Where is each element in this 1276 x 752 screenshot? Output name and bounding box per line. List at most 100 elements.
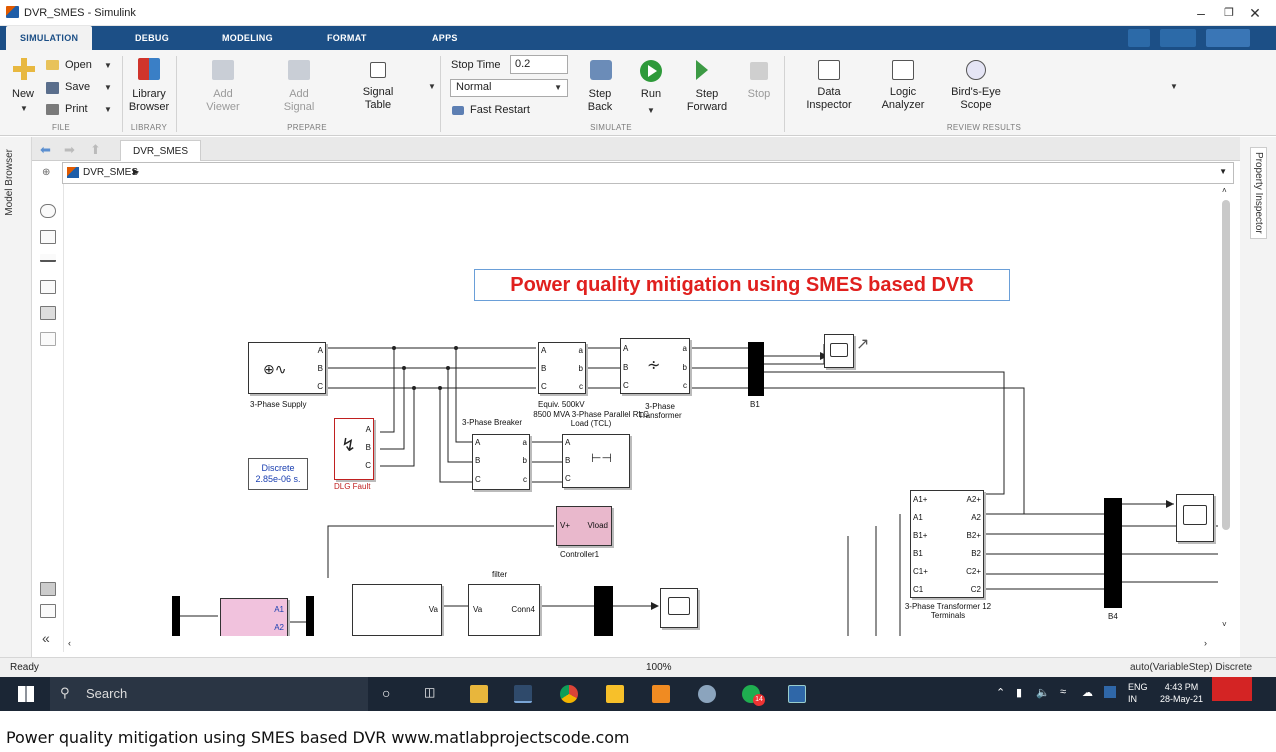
zoom-icon[interactable] [40, 204, 56, 218]
bus-b1-block[interactable] [748, 342, 764, 396]
scope-block[interactable] [1176, 494, 1214, 542]
open-button[interactable]: Open [65, 59, 92, 72]
fit-view-icon[interactable] [40, 230, 56, 244]
property-inspector-label[interactable]: Property Inspector [1250, 147, 1267, 239]
annotation-icon[interactable] [40, 280, 56, 294]
input-language[interactable]: ENG IN [1128, 681, 1148, 705]
collapse-icon[interactable]: « [42, 630, 50, 646]
signal-table-button[interactable]: Signal Table [358, 86, 398, 112]
chevron-down-icon[interactable]: ▼ [1219, 167, 1227, 176]
bus-block[interactable] [306, 596, 314, 636]
mux-block[interactable] [594, 586, 613, 636]
data-inspector-button[interactable]: Data Inspector [804, 86, 854, 112]
data-inspector-icon[interactable] [818, 60, 840, 80]
filter-block[interactable]: Va Conn4 [468, 584, 540, 636]
forward-arrow-icon[interactable]: ➡ [64, 142, 75, 158]
property-inspector-strip[interactable]: Property Inspector [1240, 137, 1276, 657]
subsystem-block[interactable]: Va [352, 584, 442, 636]
stop-icon[interactable] [750, 62, 768, 80]
tab-apps[interactable]: APPS [432, 26, 458, 50]
scroll-left-icon[interactable]: ‹ [68, 638, 71, 648]
screenshot-icon[interactable] [40, 582, 56, 596]
vertical-scroll-thumb[interactable] [1222, 200, 1230, 530]
system-clock[interactable]: 4:43 PM 28-May-21 [1160, 681, 1203, 705]
task-view-icon[interactable]: ◫ [424, 685, 435, 699]
matlab-icon[interactable] [514, 685, 532, 703]
scope-block[interactable] [660, 588, 698, 628]
chrome-icon[interactable] [560, 685, 578, 703]
scroll-up-icon[interactable]: ˄ [1222, 186, 1227, 195]
bus-b4-block[interactable] [1104, 498, 1122, 608]
solver-status[interactable]: auto(VariableStep) Discrete [1130, 662, 1252, 673]
logic-analyzer-button[interactable]: Logic Analyzer [878, 86, 928, 112]
birds-eye-scope-icon[interactable] [966, 60, 986, 80]
up-arrow-icon[interactable]: ⬆ [90, 142, 101, 158]
step-back-icon[interactable] [590, 60, 612, 80]
network-icon[interactable]: ≈ [1060, 686, 1066, 698]
capacitor-branch-block[interactable]: ABC ⊢⊣ [562, 434, 630, 488]
rlc-load-block[interactable]: ABC abc [538, 342, 586, 394]
run-icon[interactable] [640, 60, 662, 82]
app-icon[interactable] [652, 685, 670, 703]
help-icon[interactable] [1206, 29, 1250, 47]
library-browser-button[interactable]: Library Browser [128, 88, 170, 114]
cortana-icon[interactable]: ○ [382, 685, 390, 701]
stop-button[interactable]: Stop [746, 88, 772, 101]
taskbar-search[interactable]: ⚲ Search [50, 677, 368, 711]
scroll-down-icon[interactable]: ˅ [1222, 620, 1227, 629]
new-button[interactable]: New [12, 88, 34, 101]
horizontal-scrollbar[interactable]: ‹ › [64, 636, 1234, 652]
dlg-fault-block[interactable]: ABC ↯ [334, 418, 374, 480]
file-explorer-icon[interactable] [470, 685, 488, 703]
tab-dvr-smes[interactable]: DVR_SMES [120, 140, 202, 161]
add-viewer-icon[interactable] [212, 60, 234, 80]
app-icon[interactable] [788, 685, 806, 703]
scroll-right-icon[interactable]: › [1204, 638, 1207, 648]
breadcrumb-model[interactable]: DVR_SMES [83, 167, 138, 178]
tab-format[interactable]: FORMAT [327, 26, 367, 50]
three-phase-breaker-block[interactable]: ABC abc [472, 434, 530, 490]
area-icon[interactable] [40, 332, 56, 346]
review-expand-icon[interactable]: ▼ [1170, 82, 1178, 91]
new-icon[interactable] [13, 58, 35, 80]
twelve-terminal-transformer-block[interactable]: A1+ A1 B1+ B1 C1+ C1 A2+ A2 B2+ B2 C2+ C2 [910, 490, 984, 598]
save-icon[interactable] [1128, 29, 1150, 47]
fast-restart-button[interactable]: Fast Restart [470, 104, 530, 117]
step-back-button[interactable]: Step Back [583, 88, 617, 114]
model-title-annotation[interactable]: Power quality mitigation using SMES base… [474, 269, 1010, 301]
three-phase-supply-block[interactable]: ABC ⊕∿ [248, 342, 326, 394]
arrow-tool-icon[interactable] [40, 254, 56, 262]
new-dropdown-icon[interactable]: ▼ [20, 104, 28, 113]
simulation-mode-select[interactable]: Normal ▼ [450, 79, 568, 97]
model-browser-strip[interactable]: Model Browser [0, 137, 32, 657]
three-phase-transformer-block[interactable]: ABC abc ∻ [620, 338, 690, 394]
app-icon[interactable] [698, 685, 716, 703]
minimize-button[interactable]: – [1186, 2, 1216, 24]
model-browser-label[interactable]: Model Browser [4, 149, 15, 216]
save-button[interactable]: Save [65, 81, 90, 94]
save-dropdown-icon[interactable]: ▼ [104, 83, 112, 92]
print-dropdown-icon[interactable]: ▼ [104, 105, 112, 114]
step-forward-button[interactable]: Step Forward [686, 88, 728, 114]
hide-explorer-icon[interactable]: ⊕ [42, 167, 50, 178]
logic-analyzer-icon[interactable] [892, 60, 914, 80]
undo-icon[interactable] [1160, 29, 1196, 47]
app-tray-icon[interactable] [1104, 686, 1116, 698]
open-dropdown-icon[interactable]: ▼ [104, 61, 112, 70]
volume-icon[interactable]: 🔈 [1036, 686, 1050, 699]
smes-block[interactable]: A1 A2 [220, 598, 288, 636]
controller-block[interactable]: V+ Vload [556, 506, 612, 546]
cloud-icon[interactable]: ☁ [1082, 686, 1093, 699]
stop-time-input[interactable]: 0.2 [510, 55, 568, 74]
scope-block[interactable] [824, 334, 854, 368]
windows-start-icon[interactable] [18, 686, 34, 702]
prepare-expand-icon[interactable]: ▼ [428, 82, 436, 91]
sticky-notes-icon[interactable] [606, 685, 624, 703]
run-dropdown-icon[interactable]: ▼ [647, 106, 655, 115]
step-forward-icon[interactable] [696, 60, 708, 80]
vertical-scrollbar[interactable]: ˄ ˅ [1218, 184, 1234, 636]
add-signal-button[interactable]: Add Signal [276, 88, 322, 114]
close-button[interactable]: ✕ [1240, 2, 1270, 24]
breadcrumb-arrow-icon[interactable]: ▶ [133, 167, 139, 176]
run-button[interactable]: Run [638, 88, 664, 101]
